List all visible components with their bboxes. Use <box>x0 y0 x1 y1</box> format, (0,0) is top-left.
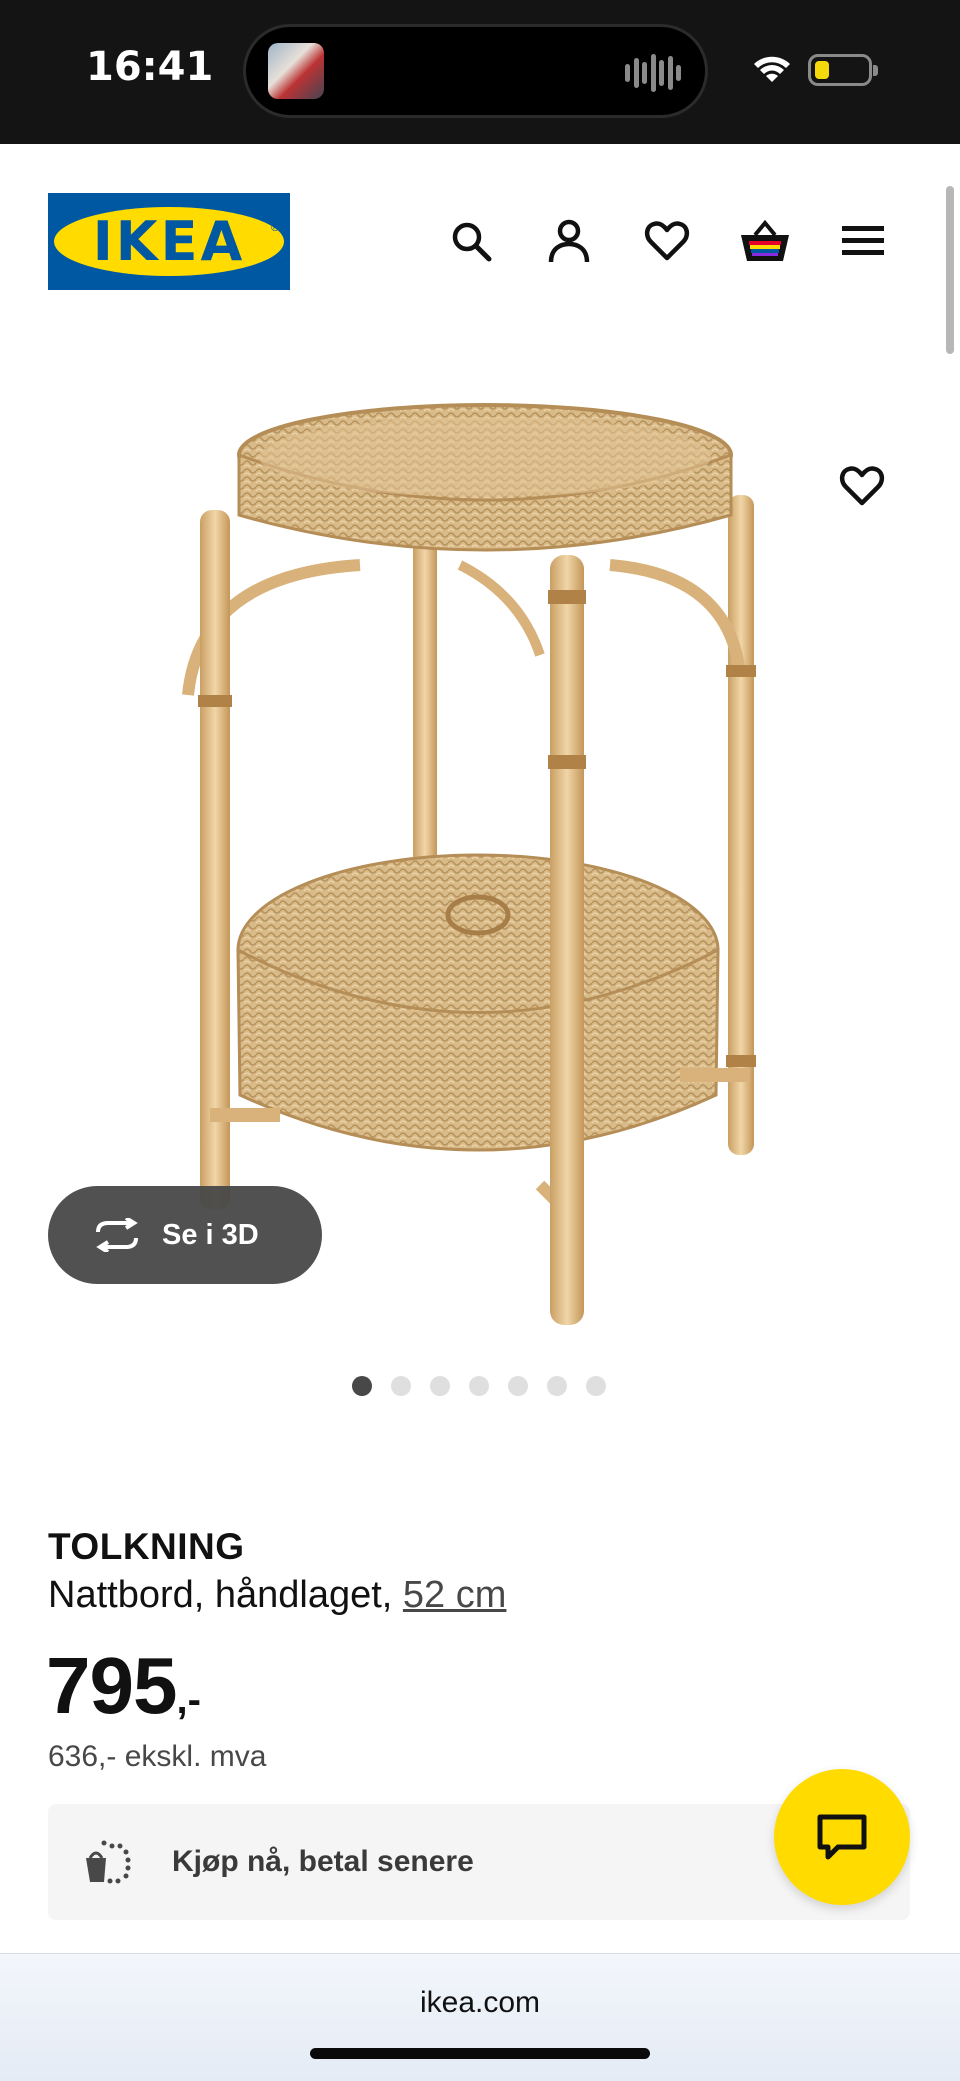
cart-icon[interactable] <box>739 215 791 267</box>
shopping-bag-installments-icon <box>86 1840 131 1884</box>
wifi-icon <box>754 56 790 82</box>
logo-text: IKEA <box>92 210 246 273</box>
dynamic-island[interactable] <box>243 24 708 118</box>
view-in-3d-label: Se i 3D <box>162 1218 259 1251</box>
price-suffix: ,- <box>176 1678 201 1722</box>
product-price: 795,- <box>46 1640 201 1732</box>
carousel-dot[interactable] <box>469 1376 489 1396</box>
audio-waveform-icon <box>625 53 681 93</box>
carousel-dot[interactable] <box>430 1376 450 1396</box>
price-value: 795 <box>46 1641 177 1730</box>
chat-button[interactable] <box>774 1769 910 1905</box>
favorites-heart-icon[interactable] <box>641 215 693 267</box>
status-bar: 16:41 <box>0 0 960 144</box>
status-time: 16:41 <box>86 44 214 90</box>
carousel-dot[interactable] <box>547 1376 567 1396</box>
account-icon[interactable] <box>543 215 595 267</box>
site-header: IKEA ® <box>0 144 960 334</box>
battery-icon <box>808 54 878 86</box>
browser-address-bar[interactable]: ikea.com <box>0 1953 960 2081</box>
carousel-dot[interactable] <box>586 1376 606 1396</box>
scroll-indicator[interactable] <box>946 186 954 354</box>
price-excluding-vat: 636,- ekskl. mva <box>48 1740 267 1773</box>
carousel-dot[interactable] <box>391 1376 411 1396</box>
product-description: Nattbord, håndlaget, 52 cm <box>48 1574 506 1617</box>
menu-icon[interactable] <box>837 215 889 267</box>
carousel-dot[interactable] <box>352 1376 372 1396</box>
product-description-text: Nattbord, håndlaget, <box>48 1574 403 1616</box>
url-text[interactable]: ikea.com <box>0 1986 960 2020</box>
product-size-link[interactable]: 52 cm <box>403 1574 506 1616</box>
product-name: TOLKNING <box>48 1526 245 1567</box>
image-carousel-dots[interactable] <box>352 1376 606 1396</box>
ikea-logo[interactable]: IKEA ® <box>48 193 290 290</box>
buy-now-pay-later-label: Kjøp nå, betal senere <box>172 1845 474 1878</box>
now-playing-thumbnail <box>268 43 324 99</box>
carousel-dot[interactable] <box>508 1376 528 1396</box>
view-in-3d-button[interactable]: Se i 3D <box>48 1186 322 1284</box>
save-favorite-heart-icon[interactable] <box>836 460 888 512</box>
chat-bubble-icon <box>817 1814 867 1860</box>
search-icon[interactable] <box>445 215 497 267</box>
rotate-3d-icon <box>96 1218 138 1252</box>
home-indicator[interactable] <box>310 2048 650 2059</box>
